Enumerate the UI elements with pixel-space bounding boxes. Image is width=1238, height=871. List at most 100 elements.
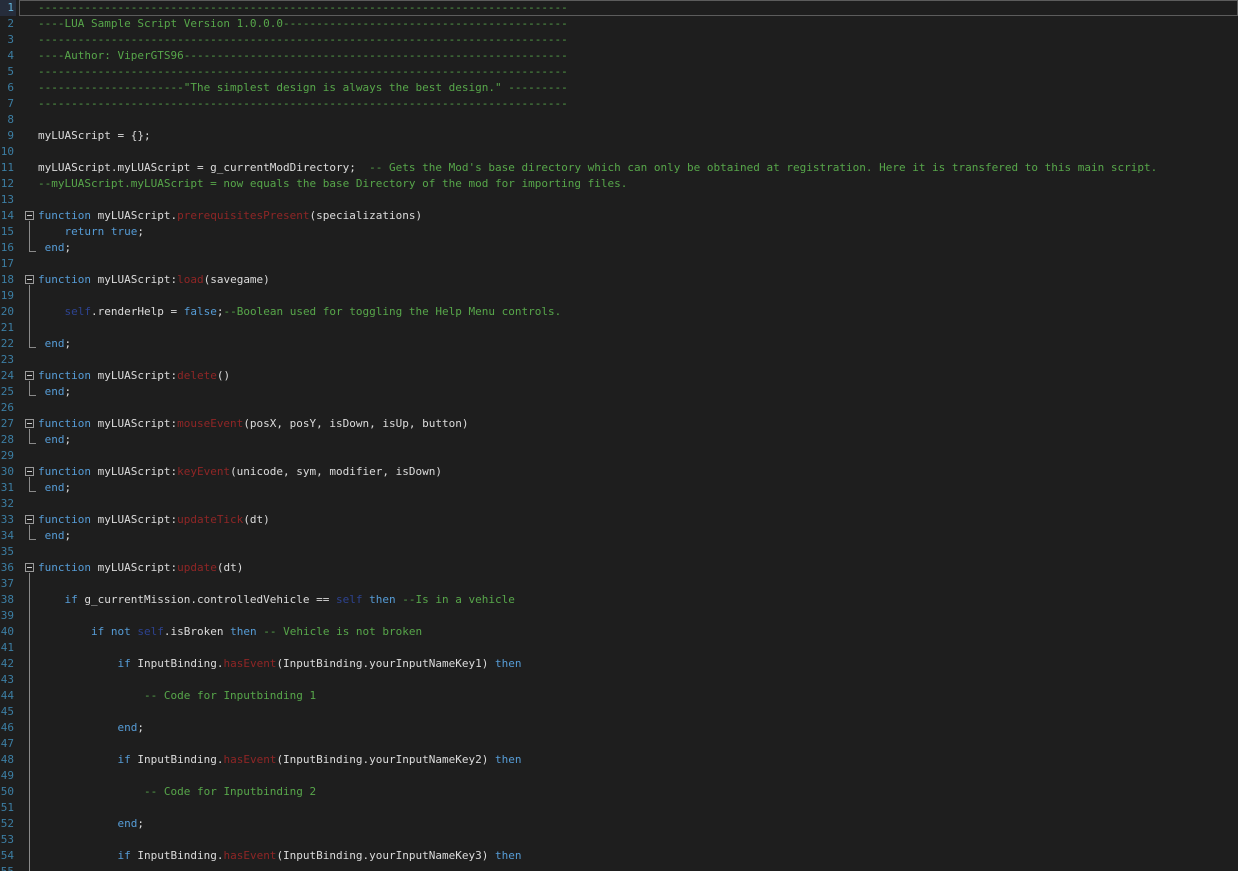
line-number[interactable]: 47 <box>0 736 16 752</box>
line-number[interactable]: 6 <box>0 80 16 96</box>
fold-margin-guide-line <box>16 752 38 768</box>
line-number[interactable]: 8 <box>0 112 16 128</box>
line-number[interactable]: 51 <box>0 800 16 816</box>
line-number[interactable]: 48 <box>0 752 16 768</box>
code-text[interactable]: end; <box>38 384 71 400</box>
line-number[interactable]: 15 <box>0 224 16 240</box>
line-number[interactable]: 36 <box>0 560 16 576</box>
code-text[interactable]: myLUAScript = {}; <box>38 128 151 144</box>
line-number[interactable]: 43 <box>0 672 16 688</box>
code-text[interactable]: ----------------------------------------… <box>38 32 568 48</box>
token-function-name: hasEvent <box>223 753 276 766</box>
code-text[interactable]: ----Author: ViperGTS96------------------… <box>38 48 568 64</box>
code-text[interactable]: function myLUAScript:keyEvent(unicode, s… <box>38 464 442 480</box>
fold-collapse-icon[interactable] <box>25 515 34 524</box>
line-number[interactable]: 49 <box>0 768 16 784</box>
code-text[interactable]: ----------------------"The simplest desi… <box>38 80 568 96</box>
code-text[interactable]: end; <box>38 720 144 736</box>
line-number[interactable]: 26 <box>0 400 16 416</box>
line-number[interactable]: 29 <box>0 448 16 464</box>
fold-collapse-icon[interactable] <box>25 563 34 572</box>
code-text[interactable]: end; <box>38 816 144 832</box>
line-number[interactable]: 13 <box>0 192 16 208</box>
line-number[interactable]: 14 <box>0 208 16 224</box>
fold-collapse-icon[interactable] <box>25 211 34 220</box>
line-number[interactable]: 5 <box>0 64 16 80</box>
line-number[interactable]: 17 <box>0 256 16 272</box>
line-number[interactable]: 25 <box>0 384 16 400</box>
code-text[interactable]: function myLUAScript:delete() <box>38 368 230 384</box>
line-number[interactable]: 27 <box>0 416 16 432</box>
line-number[interactable]: 55 <box>0 864 16 871</box>
line-number[interactable]: 3 <box>0 32 16 48</box>
line-number[interactable]: 50 <box>0 784 16 800</box>
code-text[interactable]: --myLUAScript.myLUAScript = now equals t… <box>38 176 627 192</box>
code-text[interactable]: ----LUA Sample Script Version 1.0.0.0---… <box>38 16 568 32</box>
line-number[interactable]: 46 <box>0 720 16 736</box>
line-number[interactable]: 31 <box>0 480 16 496</box>
fold-collapse-icon[interactable] <box>25 275 34 284</box>
fold-collapse-icon[interactable] <box>25 419 34 428</box>
line-number[interactable]: 24 <box>0 368 16 384</box>
code-text[interactable]: end; <box>38 432 71 448</box>
line-number[interactable]: 40 <box>0 624 16 640</box>
code-text[interactable]: end; <box>38 528 71 544</box>
code-text[interactable]: function myLUAScript:mouseEvent(posX, po… <box>38 416 468 432</box>
code-text[interactable]: function myLUAScript:updateTick(dt) <box>38 512 270 528</box>
code-text[interactable]: ----------------------------------------… <box>38 64 568 80</box>
line-number[interactable]: 23 <box>0 352 16 368</box>
fold-collapse-icon[interactable] <box>25 371 34 380</box>
code-text[interactable]: end; <box>38 240 71 256</box>
line-number[interactable]: 53 <box>0 832 16 848</box>
code-text[interactable]: if InputBinding.hasEvent(InputBinding.yo… <box>38 848 521 864</box>
line-number[interactable]: 33 <box>0 512 16 528</box>
line-number[interactable]: 30 <box>0 464 16 480</box>
line-number[interactable]: 41 <box>0 640 16 656</box>
code-text[interactable]: end; <box>38 480 71 496</box>
code-text[interactable]: end; <box>38 336 71 352</box>
line-number[interactable]: 2 <box>0 16 16 32</box>
code-text[interactable]: if InputBinding.hasEvent(InputBinding.yo… <box>38 656 521 672</box>
line-number[interactable]: 9 <box>0 128 16 144</box>
line-number[interactable]: 42 <box>0 656 16 672</box>
line-number[interactable]: 39 <box>0 608 16 624</box>
code-text[interactable]: function myLUAScript:load(savegame) <box>38 272 270 288</box>
code-text[interactable]: if InputBinding.hasEvent(InputBinding.yo… <box>38 752 521 768</box>
line-number[interactable]: 19 <box>0 288 16 304</box>
text-editor[interactable]: 1 ---------------------------------------… <box>0 0 1238 871</box>
line-number[interactable]: 28 <box>0 432 16 448</box>
line-number[interactable]: 54 <box>0 848 16 864</box>
code-text[interactable]: return true; <box>38 224 144 240</box>
line-number[interactable]: 37 <box>0 576 16 592</box>
code-text[interactable]: function myLUAScript:update(dt) <box>38 560 243 576</box>
line-number[interactable]: 11 <box>0 160 16 176</box>
line-number[interactable]: 10 <box>0 144 16 160</box>
code-text[interactable]: self.renderHelp = false;--Boolean used f… <box>38 304 561 320</box>
line-number[interactable]: 20 <box>0 304 16 320</box>
code-text[interactable]: if not self.isBroken then -- Vehicle is … <box>38 624 422 640</box>
code-text[interactable]: function myLUAScript.prerequisitesPresen… <box>38 208 422 224</box>
line-number[interactable]: 18 <box>0 272 16 288</box>
line-number[interactable]: 1 <box>0 0 16 16</box>
line-number[interactable]: 12 <box>0 176 16 192</box>
line-number[interactable]: 4 <box>0 48 16 64</box>
line-number[interactable]: 44 <box>0 688 16 704</box>
code-line: 9 myLUAScript = {}; <box>0 128 1238 144</box>
fold-collapse-icon[interactable] <box>25 467 34 476</box>
code-text[interactable]: ----------------------------------------… <box>38 0 568 16</box>
code-text[interactable]: ----------------------------------------… <box>38 96 568 112</box>
line-number[interactable]: 7 <box>0 96 16 112</box>
code-text[interactable]: myLUAScript.myLUAScript = g_currentModDi… <box>38 160 1157 176</box>
code-text[interactable]: -- Code for Inputbinding 2 <box>38 784 316 800</box>
line-number[interactable]: 38 <box>0 592 16 608</box>
line-number[interactable]: 34 <box>0 528 16 544</box>
line-number[interactable]: 16 <box>0 240 16 256</box>
line-number[interactable]: 32 <box>0 496 16 512</box>
line-number[interactable]: 52 <box>0 816 16 832</box>
code-text[interactable]: if g_currentMission.controlledVehicle ==… <box>38 592 515 608</box>
line-number[interactable]: 45 <box>0 704 16 720</box>
line-number[interactable]: 21 <box>0 320 16 336</box>
line-number[interactable]: 22 <box>0 336 16 352</box>
line-number[interactable]: 35 <box>0 544 16 560</box>
code-text[interactable]: -- Code for Inputbinding 1 <box>38 688 316 704</box>
